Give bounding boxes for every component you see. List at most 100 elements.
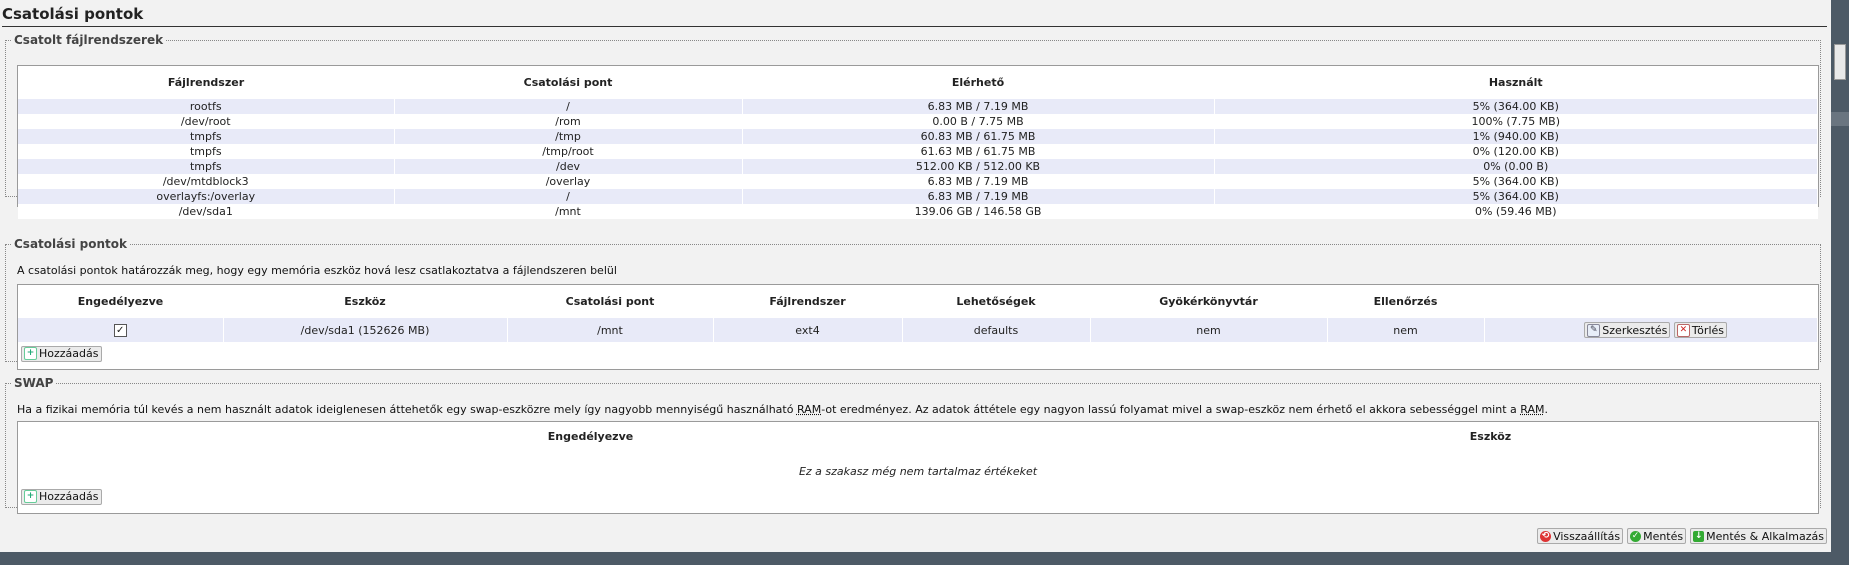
available-cell: 6.83 MB / 7.19 MB (742, 189, 1215, 204)
filesystem-cell: /dev/sda1 (18, 204, 395, 219)
filesystem-cell: tmpfs (18, 144, 395, 159)
available-cell: 0.00 B / 7.75 MB (742, 114, 1215, 129)
column-header: Használt (1488, 76, 1543, 89)
table-header: Fájlrendszer Csatolási pont Elérhető Has… (18, 66, 1818, 99)
delete-button[interactable]: ✕ Törlés (1673, 322, 1727, 339)
swap-description: Ha a fizikai memória túl kevés a nem has… (17, 403, 1548, 416)
column-header: Fájlrendszer (167, 76, 245, 89)
mounted-filesystems-section: Csatolt fájlrendszerek Fájlrendszer Csat… (5, 33, 1821, 219)
scroll-handle[interactable] (1834, 44, 1846, 80)
add-icon: + (24, 347, 37, 360)
column-header: Eszköz (1469, 429, 1512, 443)
ram-abbr: RAM (1520, 403, 1545, 416)
swap-table: Engedélyezve Eszköz Ez a szakasz még nem… (17, 421, 1819, 514)
used-cell: 1% (940.00 KB) (1214, 129, 1818, 144)
page-title: Csatolási pontok (2, 5, 1827, 27)
table-row: overlayfs:/overlay/6.83 MB / 7.19 MB 5% (… (18, 189, 1818, 204)
swap-legend: SWAP (14, 376, 54, 390)
column-header: Gyökérkönyvtár (1159, 295, 1258, 308)
column-header: Eszköz (344, 295, 386, 308)
filesystem-cell: tmpfs (18, 159, 395, 174)
table-row: ✓ /dev/sda1 (152626 MB) /mnt ext4 defaul… (18, 318, 1818, 342)
check-cell: nem (1327, 318, 1485, 342)
mounted-filesystems-table: Fájlrendszer Csatolási pont Elérhető Has… (17, 65, 1819, 219)
window-right-bar (1831, 0, 1849, 565)
filesystem-cell: tmpfs (18, 129, 395, 144)
save-button-label: Mentés (1643, 529, 1684, 543)
edit-button[interactable]: ✎ Szerkesztés (1584, 322, 1671, 339)
options-cell: defaults (902, 318, 1091, 342)
enabled-checkbox[interactable]: ✓ (113, 324, 127, 337)
mountpoint-cell: /tmp (394, 129, 743, 144)
mountpoint-cell: /tmp/root (394, 144, 743, 159)
column-header: Engedélyezve (547, 429, 634, 443)
used-cell: 5% (364.00 KB) (1214, 99, 1818, 114)
available-cell: 139.06 GB / 146.58 GB (742, 204, 1215, 219)
device-cell: /dev/sda1 (152626 MB) (223, 318, 508, 342)
column-header: Csatolási pont (565, 295, 655, 308)
page-content: Csatolási pontok Csatolt fájlrendszerek … (0, 0, 1831, 552)
mountpoints-legend: Csatolási pontok (14, 237, 128, 251)
add-button-label: Hozzáadás (39, 490, 99, 503)
mountpoint-cell: /mnt (394, 204, 743, 219)
mounted-filesystems-legend: Csatolt fájlrendszerek (14, 33, 164, 47)
reset-button[interactable]: ⟲ Visszaállítás (1537, 528, 1624, 544)
edit-button-label: Szerkesztés (1602, 323, 1668, 337)
used-cell: 0% (59.46 MB) (1214, 204, 1818, 219)
used-cell: 5% (364.00 KB) (1214, 189, 1818, 204)
delete-icon: ✕ (1676, 323, 1690, 337)
add-swap-button[interactable]: + Hozzáadás (21, 488, 102, 505)
used-cell: 100% (7.75 MB) (1214, 114, 1818, 129)
mountpoint-cell: /rom (394, 114, 743, 129)
save-apply-button[interactable]: ↓ Mentés & Alkalmazás (1690, 528, 1827, 544)
used-cell: 5% (364.00 KB) (1214, 174, 1818, 189)
fstype-cell: ext4 (713, 318, 903, 342)
reset-button-label: Visszaállítás (1553, 529, 1621, 543)
save-icon: ✓ (1630, 530, 1642, 542)
table-row: tmpfs/dev 512.00 KB / 512.00 KB 0% (0.00 B… (18, 159, 1818, 174)
table-row: rootfs/6.83 MB / 7.19 MB 5% (364.00 KB) (18, 99, 1818, 114)
target-cell: /mnt (507, 318, 714, 342)
filesystem-cell: /dev/mtdblock3 (18, 174, 395, 189)
table-row: /dev/sda1/mnt 139.06 GB / 146.58 GB 0% (59… (18, 204, 1818, 219)
mountpoint-cell: /dev (394, 159, 743, 174)
delete-button-label: Törlés (1691, 323, 1724, 337)
table-row: tmpfs/tmp/root 61.63 MB / 61.75 MB 0% (120… (18, 144, 1818, 159)
window-bottom-bar (0, 552, 1849, 565)
column-header: Engedélyezve (77, 295, 164, 308)
filesystem-cell: overlayfs:/overlay (18, 189, 395, 204)
used-cell: 0% (0.00 B) (1214, 159, 1818, 174)
add-mountpoint-button[interactable]: + Hozzáadás (21, 345, 102, 362)
table-row: /dev/mtdblock3/overlay 6.83 MB / 7.19 MB 5… (18, 174, 1818, 189)
column-header: Lehetőségek (956, 295, 1036, 308)
available-cell: 6.83 MB / 7.19 MB (742, 174, 1215, 189)
available-cell: 6.83 MB / 7.19 MB (742, 99, 1215, 114)
edit-icon: ✎ (1587, 323, 1601, 337)
swap-section: SWAP Ha a fizikai memória túl kevés a ne… (5, 376, 1821, 514)
mountpoint-cell: / (394, 99, 743, 114)
available-cell: 60.83 MB / 61.75 MB (742, 129, 1215, 144)
save-apply-button-label: Mentés & Alkalmazás (1706, 529, 1824, 543)
save-button[interactable]: ✓ Mentés (1627, 528, 1687, 544)
mountpoints-table: Engedélyezve Eszköz Csatolási pont Fájlr… (17, 284, 1819, 370)
table-row: tmpfs/tmp 60.83 MB / 61.75 MB 1% (940.00 K… (18, 129, 1818, 144)
column-header: Fájlrendszer (769, 295, 846, 308)
available-cell: 61.63 MB / 61.75 MB (742, 144, 1215, 159)
table-header: Engedélyezve Eszköz Csatolási pont Fájlr… (18, 285, 1818, 318)
ram-abbr: RAM (796, 403, 822, 416)
mountpoint-cell: / (394, 189, 743, 204)
root-cell: nem (1090, 318, 1328, 342)
apply-icon: ↓ (1693, 530, 1705, 542)
column-header: Elérhető (951, 76, 1005, 89)
filesystem-cell: /dev/root (18, 114, 395, 129)
mountpoints-description: A csatolási pontok határozzák meg, hogy … (17, 264, 617, 277)
column-header: Csatolási pont (523, 76, 613, 89)
filesystem-cell: rootfs (18, 99, 395, 114)
reset-icon: ⟲ (1540, 530, 1552, 542)
used-cell: 0% (120.00 KB) (1214, 144, 1818, 159)
table-header: Engedélyezve Eszköz (18, 422, 1818, 450)
available-cell: 512.00 KB / 512.00 KB (742, 159, 1215, 174)
table-row: /dev/root/rom 0.00 B / 7.75 MB 100% (7.75 … (18, 114, 1818, 129)
footer-actions: ⟲ Visszaállítás ✓ Mentés ↓ Mentés & Alkalma… (1537, 528, 1827, 544)
add-button-label: Hozzáadás (39, 347, 99, 360)
